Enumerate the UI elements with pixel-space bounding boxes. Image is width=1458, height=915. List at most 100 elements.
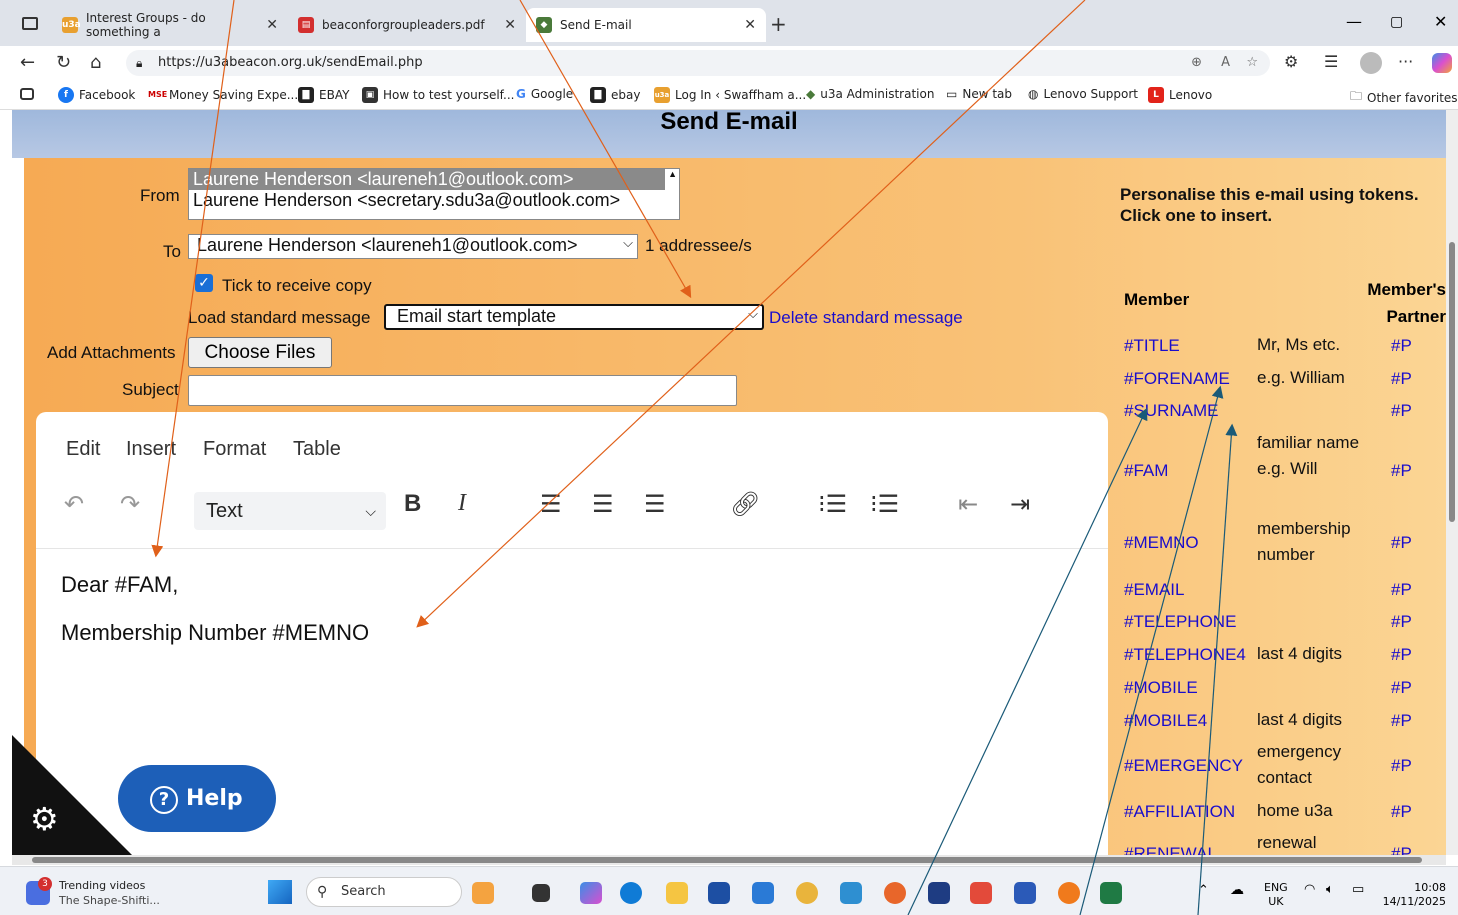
excel-icon[interactable] [1100, 882, 1122, 904]
restore-icon[interactable]: ▢ [1390, 14, 1403, 30]
favorite-google[interactable]: G Google [516, 87, 573, 101]
from-listbox[interactable]: Laurene Henderson <laureneh1@outlook.com… [188, 168, 680, 220]
clock[interactable]: 10:08 14/11/2025 [1382, 881, 1446, 909]
outlook-icon[interactable] [752, 882, 774, 904]
wifi-icon[interactable]: ◠ [1304, 882, 1315, 897]
favorite-ebay-2[interactable]: ▇ ebay [590, 87, 640, 103]
help-button[interactable]: ? Help [118, 765, 276, 832]
outdent-icon[interactable]: ⇤ [958, 490, 978, 518]
file-explorer-icon[interactable] [666, 882, 688, 904]
menu-insert[interactable]: Insert [126, 438, 176, 461]
partner-token[interactable]: #P [1391, 461, 1412, 481]
favorite-star-icon[interactable]: ☆ [1246, 50, 1258, 76]
task-view-icon[interactable] [532, 884, 550, 902]
partner-token[interactable]: #P [1391, 369, 1412, 389]
delete-message-link[interactable]: Delete standard message [769, 308, 963, 328]
token-title[interactable]: #TITLE [1124, 336, 1180, 356]
favorite-ebay[interactable]: ▇ EBAY [298, 87, 349, 103]
minimize-icon[interactable]: — [1346, 12, 1362, 31]
word-icon[interactable] [1014, 882, 1036, 904]
token-renewal[interactable]: #RENEWAL [1124, 844, 1217, 855]
indent-icon[interactable]: ⇥ [1010, 490, 1030, 518]
app-icon-3[interactable] [970, 882, 992, 904]
partner-token[interactable]: #P [1391, 580, 1412, 600]
token-email[interactable]: #EMAIL [1124, 580, 1184, 600]
token-surname[interactable]: #SURNAME [1124, 401, 1218, 421]
extensions-icon[interactable]: ⚙ [1284, 52, 1298, 71]
copilot-icon[interactable] [1432, 53, 1452, 73]
partner-token[interactable]: #P [1391, 802, 1412, 822]
choose-files-button[interactable]: Choose Files [188, 337, 332, 368]
favorite-lenovo[interactable]: L Lenovo [1148, 87, 1212, 103]
news-widget[interactable]: 3 Trending videos The Shape-Shifti... [26, 877, 206, 909]
other-favorites[interactable]: 🗀︎ Other favorites [1350, 87, 1458, 108]
scroll-up-icon[interactable]: ▲ [668, 169, 677, 179]
tab-interest-groups[interactable]: u3a Interest Groups - do something a ✕ [52, 8, 288, 42]
lenovo-taskbar-icon[interactable] [928, 882, 950, 904]
vertical-scrollbar[interactable] [1446, 110, 1458, 855]
language-indicator[interactable]: ENG UK [1264, 881, 1288, 909]
bullet-list-icon[interactable]: ⁝☰ [818, 490, 847, 518]
token-emergency[interactable]: #EMERGENCY [1124, 756, 1243, 776]
italic-icon[interactable]: I [458, 490, 466, 517]
partner-token[interactable]: #P [1391, 711, 1412, 731]
favorite-lenovo-support[interactable]: ◍ Lenovo Support [1028, 87, 1138, 101]
menu-format[interactable]: Format [203, 438, 266, 461]
token-mobile[interactable]: #MOBILE [1124, 678, 1198, 698]
bold-icon[interactable]: B [404, 490, 421, 518]
load-message-select[interactable]: Email start template ⌵ [384, 304, 764, 330]
chrome-icon[interactable] [796, 882, 818, 904]
receive-copy-checkbox[interactable]: ✓ [195, 274, 213, 292]
store-icon[interactable] [708, 882, 730, 904]
edge-icon[interactable] [620, 882, 642, 904]
token-memno[interactable]: #MEMNO [1124, 533, 1199, 553]
cookie-gear-icon[interactable]: ⚙ [30, 800, 59, 838]
tab-actions-icon[interactable] [22, 17, 38, 30]
partner-token[interactable]: #P [1391, 844, 1412, 855]
refresh-icon[interactable]: ↻ [56, 52, 71, 73]
align-left-icon[interactable]: ☰ [540, 490, 562, 518]
partner-token[interactable]: #P [1391, 678, 1412, 698]
window-close-icon[interactable]: ✕ [1434, 12, 1447, 31]
token-telephone[interactable]: #TELEPHONE [1124, 612, 1236, 632]
menu-table[interactable]: Table [293, 438, 341, 461]
horizontal-scrollbar[interactable] [12, 855, 1446, 865]
partner-token[interactable]: #P [1391, 645, 1412, 665]
profile-avatar[interactable] [1360, 52, 1382, 74]
partner-token[interactable]: #P [1391, 533, 1412, 553]
undo-icon[interactable]: ↶ [64, 490, 84, 518]
battery-icon[interactable]: ▭ [1352, 882, 1364, 897]
partner-token[interactable]: #P [1391, 336, 1412, 356]
to-select[interactable]: Laurene Henderson <laureneh1@outlook.com… [188, 234, 638, 259]
token-forename[interactable]: #FORENAME [1124, 369, 1230, 389]
close-icon[interactable]: ✕ [266, 17, 278, 33]
favorite-swaffham[interactable]: u3a Log In ‹ Swaffham a... [654, 87, 806, 103]
editor-line-2[interactable]: Membership Number #MEMNO [61, 620, 369, 646]
favorite-u3a-admin[interactable]: ◆ u3a Administration [806, 87, 934, 101]
favorite-money-saving[interactable]: MSE Money Saving Expe... [148, 87, 298, 103]
subject-input[interactable] [188, 375, 737, 406]
copilot-taskbar-icon[interactable] [580, 882, 602, 904]
token-affiliation[interactable]: #AFFILIATION [1124, 802, 1235, 822]
sidebar-toggle-icon[interactable] [20, 88, 34, 100]
close-icon[interactable]: ✕ [744, 17, 756, 33]
favorite-facebook[interactable]: f Facebook [58, 87, 135, 103]
from-option[interactable]: Laurene Henderson <secretary.sdu3a@outlo… [189, 190, 665, 211]
partner-token[interactable]: #P [1391, 401, 1412, 421]
token-fam[interactable]: #FAM [1124, 461, 1168, 481]
scrollbar-thumb[interactable] [1449, 242, 1455, 522]
app-icon-4[interactable] [1058, 882, 1080, 904]
numbered-list-icon[interactable]: ⁝☰ [870, 490, 899, 518]
read-aloud-icon[interactable]: A [1221, 50, 1230, 76]
scrollbar-thumb[interactable] [32, 857, 1422, 863]
partner-token[interactable]: #P [1391, 612, 1412, 632]
search-box[interactable]: ⚲ Search [306, 877, 462, 907]
align-right-icon[interactable]: ☰ [644, 490, 666, 518]
align-center-icon[interactable]: ☰ [592, 490, 614, 518]
token-mobile4[interactable]: #MOBILE4 [1124, 711, 1207, 731]
more-icon[interactable]: ··· [1398, 52, 1413, 71]
home-icon[interactable]: ⌂ [90, 52, 101, 73]
back-icon[interactable]: ← [20, 52, 35, 73]
redo-icon[interactable]: ↷ [120, 490, 140, 518]
tab-send-email[interactable]: ◆ Send E-mail ✕ [526, 8, 766, 42]
